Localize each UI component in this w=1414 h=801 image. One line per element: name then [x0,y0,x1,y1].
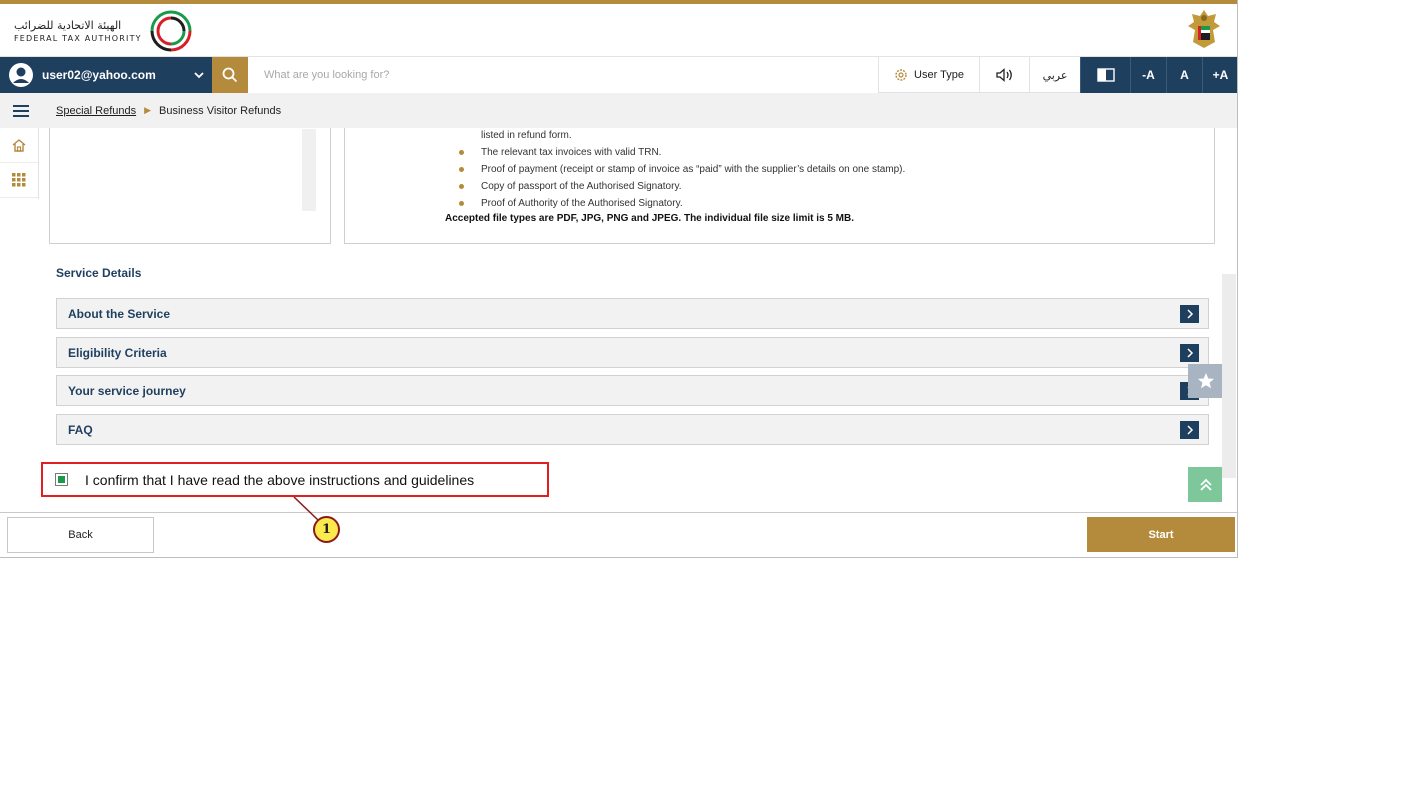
accordion-label: Your service journey [68,383,186,398]
text-to-speech-button[interactable] [979,57,1029,93]
breadcrumb-current: Business Visitor Refunds [159,104,282,117]
chevron-right-icon [1180,344,1199,362]
accordion-label: About the Service [68,306,171,321]
confirm-instructions-row[interactable]: I confirm that I have read the above ins… [41,462,549,497]
font-decrease-button[interactable]: -A [1130,57,1166,93]
font-increase-button[interactable]: +A [1202,57,1237,93]
breadcrumb-separator-icon: ▶ [144,105,152,115]
search-input[interactable] [248,57,878,93]
home-icon [12,138,26,152]
user-avatar-icon [9,63,33,87]
arabic-language-button[interactable]: عربي [1029,57,1080,93]
requirement-item: Copy of passport of the Authorised Signa… [443,180,905,197]
fta-logo[interactable]: الهيئة الاتحادية للضرائب FEDERAL TAX AUT… [14,8,194,54]
page-scrollbar[interactable] [1222,274,1236,478]
star-icon [1197,373,1214,389]
back-button[interactable]: Back [7,517,154,553]
user-account-dropdown[interactable]: user02@yahoo.com [0,57,212,93]
chevron-right-icon [1180,421,1199,439]
user-email: user02@yahoo.com [42,68,156,82]
checkbox-checked-icon [58,476,65,483]
service-details-title: Service Details [56,266,142,280]
gear-icon [895,69,907,81]
user-type-button[interactable]: User Type [878,57,979,93]
accordion-faq[interactable]: FAQ [56,414,1209,445]
scroll-to-top-button[interactable] [1188,467,1222,502]
requirements-list: listed in refund form. The relevant tax … [443,129,905,214]
contrast-toggle-button[interactable] [1080,57,1130,93]
steps-panel [49,128,331,244]
breadcrumb: Special Refunds ▶ Business Visitor Refun… [56,105,281,117]
breadcrumb-link-special-refunds[interactable]: Special Refunds [56,105,136,117]
search-button[interactable] [212,57,248,93]
requirements-panel: listed in refund form. The relevant tax … [344,128,1215,244]
accordion-label: FAQ [68,422,93,437]
chevron-right-icon [1180,305,1199,323]
breadcrumb-bar: Special Refunds ▶ Business Visitor Refun… [0,93,1237,128]
home-button[interactable] [0,128,38,163]
double-chevron-up-icon [1199,478,1212,491]
site-header: الهيئة الاتحادية للضرائب FEDERAL TAX AUT… [0,4,1237,57]
hamburger-menu-button[interactable] [0,93,42,128]
requirement-item: Proof of Authority of the Authorised Sig… [443,197,905,214]
accordion-about-the-service[interactable]: About the Service [56,298,1209,329]
logo-english-text: FEDERAL TAX AUTHORITY [14,34,142,43]
confirm-label: I confirm that I have read the above ins… [85,471,475,488]
requirement-item: listed in refund form. [481,130,572,141]
fta-logo-mark-icon [150,10,192,52]
user-type-label: User Type [914,69,964,81]
top-toolbar: user02@yahoo.com User Type [0,57,1237,93]
chevron-down-icon [194,72,204,79]
favorite-button[interactable] [1188,364,1222,398]
app-window: الهيئة الاتحادية للضرائب FEDERAL TAX AUT… [0,0,1238,558]
footer-bar: Back Start [0,512,1237,557]
requirement-item: The relevant tax invoices with valid TRN… [443,146,905,163]
font-reset-button[interactable]: A [1166,57,1202,93]
accordion-label: Eligibility Criteria [68,345,167,360]
main-content: listed in refund form. The relevant tax … [40,128,1222,512]
requirement-item: Proof of payment (receipt or stamp of in… [443,163,905,180]
logo-arabic-text: الهيئة الاتحادية للضرائب [14,19,122,32]
accordion-eligibility-criteria[interactable]: Eligibility Criteria [56,337,1209,368]
start-button[interactable]: Start [1087,517,1235,552]
left-rail [0,128,39,199]
step-number-callout: 1 [313,516,340,543]
apps-grid-button[interactable] [0,163,38,198]
hamburger-icon [13,104,29,117]
speaker-icon [995,68,1012,82]
accordion-your-service-journey[interactable]: Your service journey [56,375,1209,406]
contrast-icon [1096,68,1115,82]
confirm-checkbox[interactable] [55,473,68,486]
file-type-note: Accepted file types are PDF, JPG, PNG an… [445,213,855,224]
uae-emblem-icon [1188,10,1220,48]
grid-icon [12,173,26,187]
steps-panel-scrollbar[interactable] [302,129,316,211]
search-icon [222,67,238,83]
